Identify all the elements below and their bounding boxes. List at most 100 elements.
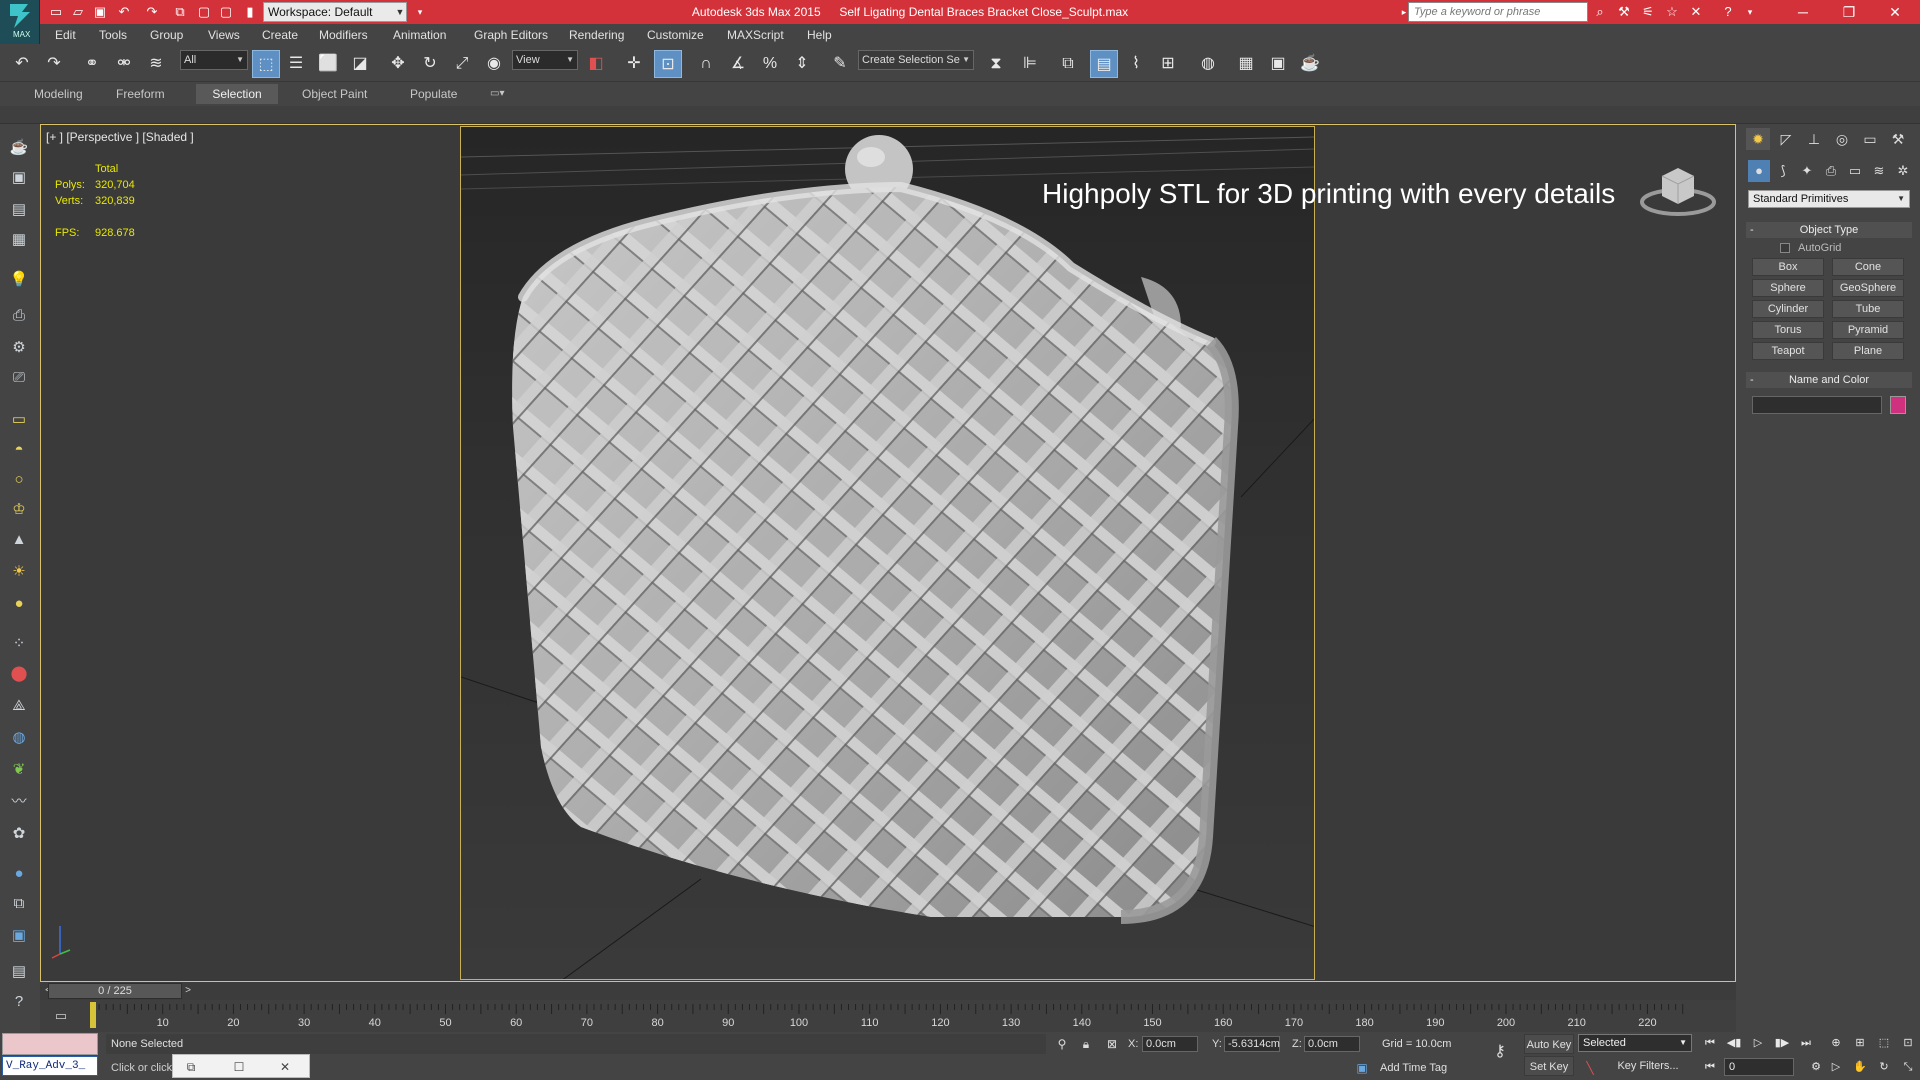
tab-selection[interactable]: Selection [196,84,278,104]
zoom-extents-icon[interactable]: ⬚ [1874,1034,1894,1052]
script-icon[interactable]: ⧉ [7,892,31,916]
display-tab-icon[interactable]: ▭ [1858,128,1882,150]
render-frame-icon[interactable]: ▣ [7,924,31,948]
primitive-category-dropdown[interactable]: Standard Primitives ▼ [1748,190,1910,208]
systems-subtab-icon[interactable]: ✲ [1892,160,1914,182]
maximize-viewport-icon[interactable]: ⤡ [1898,1058,1918,1076]
crown-icon[interactable]: ♔ [7,498,31,522]
key-mode-toggle-icon[interactable]: ⏮ [1700,1058,1720,1076]
plane-object-icon[interactable]: ▭ [7,408,31,432]
dynamics-icon[interactable]: ⬤ [7,662,31,686]
render-setup-icon[interactable]: ▦ [1232,50,1260,78]
menu-views[interactable]: Views [208,24,240,46]
tab-freeform[interactable]: Freeform [108,84,173,104]
cylinder-button[interactable]: Cylinder [1752,300,1824,318]
redo-icon[interactable]: ↷ [40,50,68,78]
menu-rendering[interactable]: Rendering [569,24,624,46]
angle-snap-icon[interactable]: ∡ [724,50,752,78]
toggle-ribbon-icon[interactable]: ▤ [1090,50,1118,78]
menu-tools[interactable]: Tools [99,24,127,46]
add-time-tag-button[interactable]: Add Time Tag [1380,1058,1447,1078]
help-dropdown-icon[interactable]: ▾ [1740,2,1760,22]
exchange-x-icon[interactable]: ✕ [1686,2,1706,22]
field-of-view-icon[interactable]: ▷ [1826,1058,1846,1076]
fetch-icon[interactable]: ▢ [216,2,236,22]
time-slider[interactable] [40,982,1736,1000]
autogrid-checkbox[interactable]: AutoGrid [1780,242,1841,254]
ribbon-options-icon[interactable]: ▭▾ [482,84,512,104]
tab-modeling[interactable]: Modeling [26,84,91,104]
align-icon[interactable]: ⊫ [1016,50,1044,78]
absolute-mode-icon[interactable]: ⊠ [1104,1036,1120,1052]
name-and-color-rollout-header[interactable]: - Name and Color [1746,372,1912,388]
bind-space-warp-icon[interactable]: ≋ [142,50,170,78]
sphere-button[interactable]: Sphere [1752,279,1824,297]
set-key-button[interactable]: Set Key [1524,1056,1574,1076]
hemisphere-icon[interactable]: ◓ [7,438,31,462]
menu-create[interactable]: Create [262,24,298,46]
rotate-icon[interactable]: ↻ [416,50,444,78]
select-object-icon[interactable]: ⬚ [252,50,280,78]
hierarchy-tab-icon[interactable]: ⊥ [1802,128,1826,150]
key-mode-dropdown[interactable]: Selected ▼ [1578,1034,1692,1052]
set-key-mode-icon[interactable]: ⚷ [1488,1044,1512,1060]
scale-icon[interactable]: ⤢ [448,50,476,78]
minimize-icon[interactable]: ─ [1780,0,1826,24]
restore-icon[interactable]: ❐ [1826,0,1872,24]
redo-quick-icon[interactable]: ↷ [142,2,162,22]
selection-lock-icon[interactable]: 🔒︎ [1078,1036,1094,1052]
hold-icon[interactable]: ▢ [194,2,214,22]
geometry-subtab-icon[interactable]: ● [1748,160,1770,182]
brush-icon[interactable]: ✿ [7,822,31,846]
mesh-icon[interactable]: ⟁ [7,694,31,718]
link-icon[interactable]: ⚭ [78,50,106,78]
cameras-subtab-icon[interactable]: ⎙ [1820,160,1842,182]
help-icon[interactable]: ? [1718,2,1738,22]
maximize-icon[interactable]: ☐ [231,1059,247,1075]
plane-button[interactable]: Plane [1832,342,1904,360]
video-camera-icon[interactable]: ⎚ [7,366,31,390]
move-icon[interactable]: ✥ [384,50,412,78]
box-button[interactable]: Box [1752,258,1824,276]
subscription-icon[interactable]: ⚒ [1614,2,1634,22]
unlink-icon[interactable]: ⚮ [110,50,138,78]
help-circle-icon[interactable]: ? [7,990,31,1014]
menu-edit[interactable]: Edit [55,24,76,46]
object-type-rollout-header[interactable]: - Object Type [1746,222,1912,238]
shapes-subtab-icon[interactable]: ⟆ [1772,160,1794,182]
window-thumbnail-popup[interactable]: ⧉ ☐ ✕ [172,1054,310,1078]
lights-subtab-icon[interactable]: ✦ [1796,160,1818,182]
menu-graph-editors[interactable]: Graph Editors [474,24,548,46]
rectangular-selection-icon[interactable]: ⬜ [314,50,342,78]
go-to-end-icon[interactable]: ⏭ [1796,1034,1816,1052]
sphere-icon[interactable]: ● [7,592,31,616]
camera-icon[interactable]: ⎙ [7,304,31,328]
pan-icon[interactable]: ✋ [1850,1058,1870,1076]
selection-filter-dropdown[interactable]: All ▼ [180,50,248,70]
teapot-icon[interactable]: ☕ [7,136,31,160]
close-icon[interactable]: ✕ [277,1059,293,1075]
menu-help[interactable]: Help [807,24,832,46]
mini-curve-editor-icon[interactable]: ▭ [46,1004,76,1028]
orbit-icon[interactable]: ↻ [1874,1058,1894,1076]
z-coord-field[interactable]: 0.0cm [1304,1036,1360,1052]
zoom-all-icon[interactable]: ⊞ [1850,1034,1870,1052]
app-logo-button[interactable]: MAX [0,0,40,44]
menu-maxscript[interactable]: MAXScript [727,24,784,46]
modify-tab-icon[interactable]: ◸ [1774,128,1798,150]
time-slider-thumb[interactable]: 0 / 225 [48,983,182,999]
menu-customize[interactable]: Customize [647,24,704,46]
space-warps-subtab-icon[interactable]: ≋ [1868,160,1890,182]
named-selection-sets-dropdown[interactable]: Create Selection Se ▼ [858,50,974,70]
time-configuration-icon[interactable]: ⚙ [1806,1058,1826,1076]
quick-access-customize-icon[interactable]: ▾ [410,2,430,22]
create-tab-icon[interactable]: ✹ [1746,128,1770,150]
auto-key-button[interactable]: Auto Key [1524,1034,1574,1054]
binoculars-icon[interactable]: ⌕ [1590,2,1610,22]
spinner-snap-icon[interactable]: ⇕ [788,50,816,78]
menu-modifiers[interactable]: Modifiers [319,24,368,46]
tube-button[interactable]: Tube [1832,300,1904,318]
sun-icon[interactable]: ☀ [7,560,31,584]
keyboard-shortcut-override-icon[interactable]: ⊡ [654,50,682,78]
schematic-view-icon[interactable]: ⊞ [1154,50,1182,78]
